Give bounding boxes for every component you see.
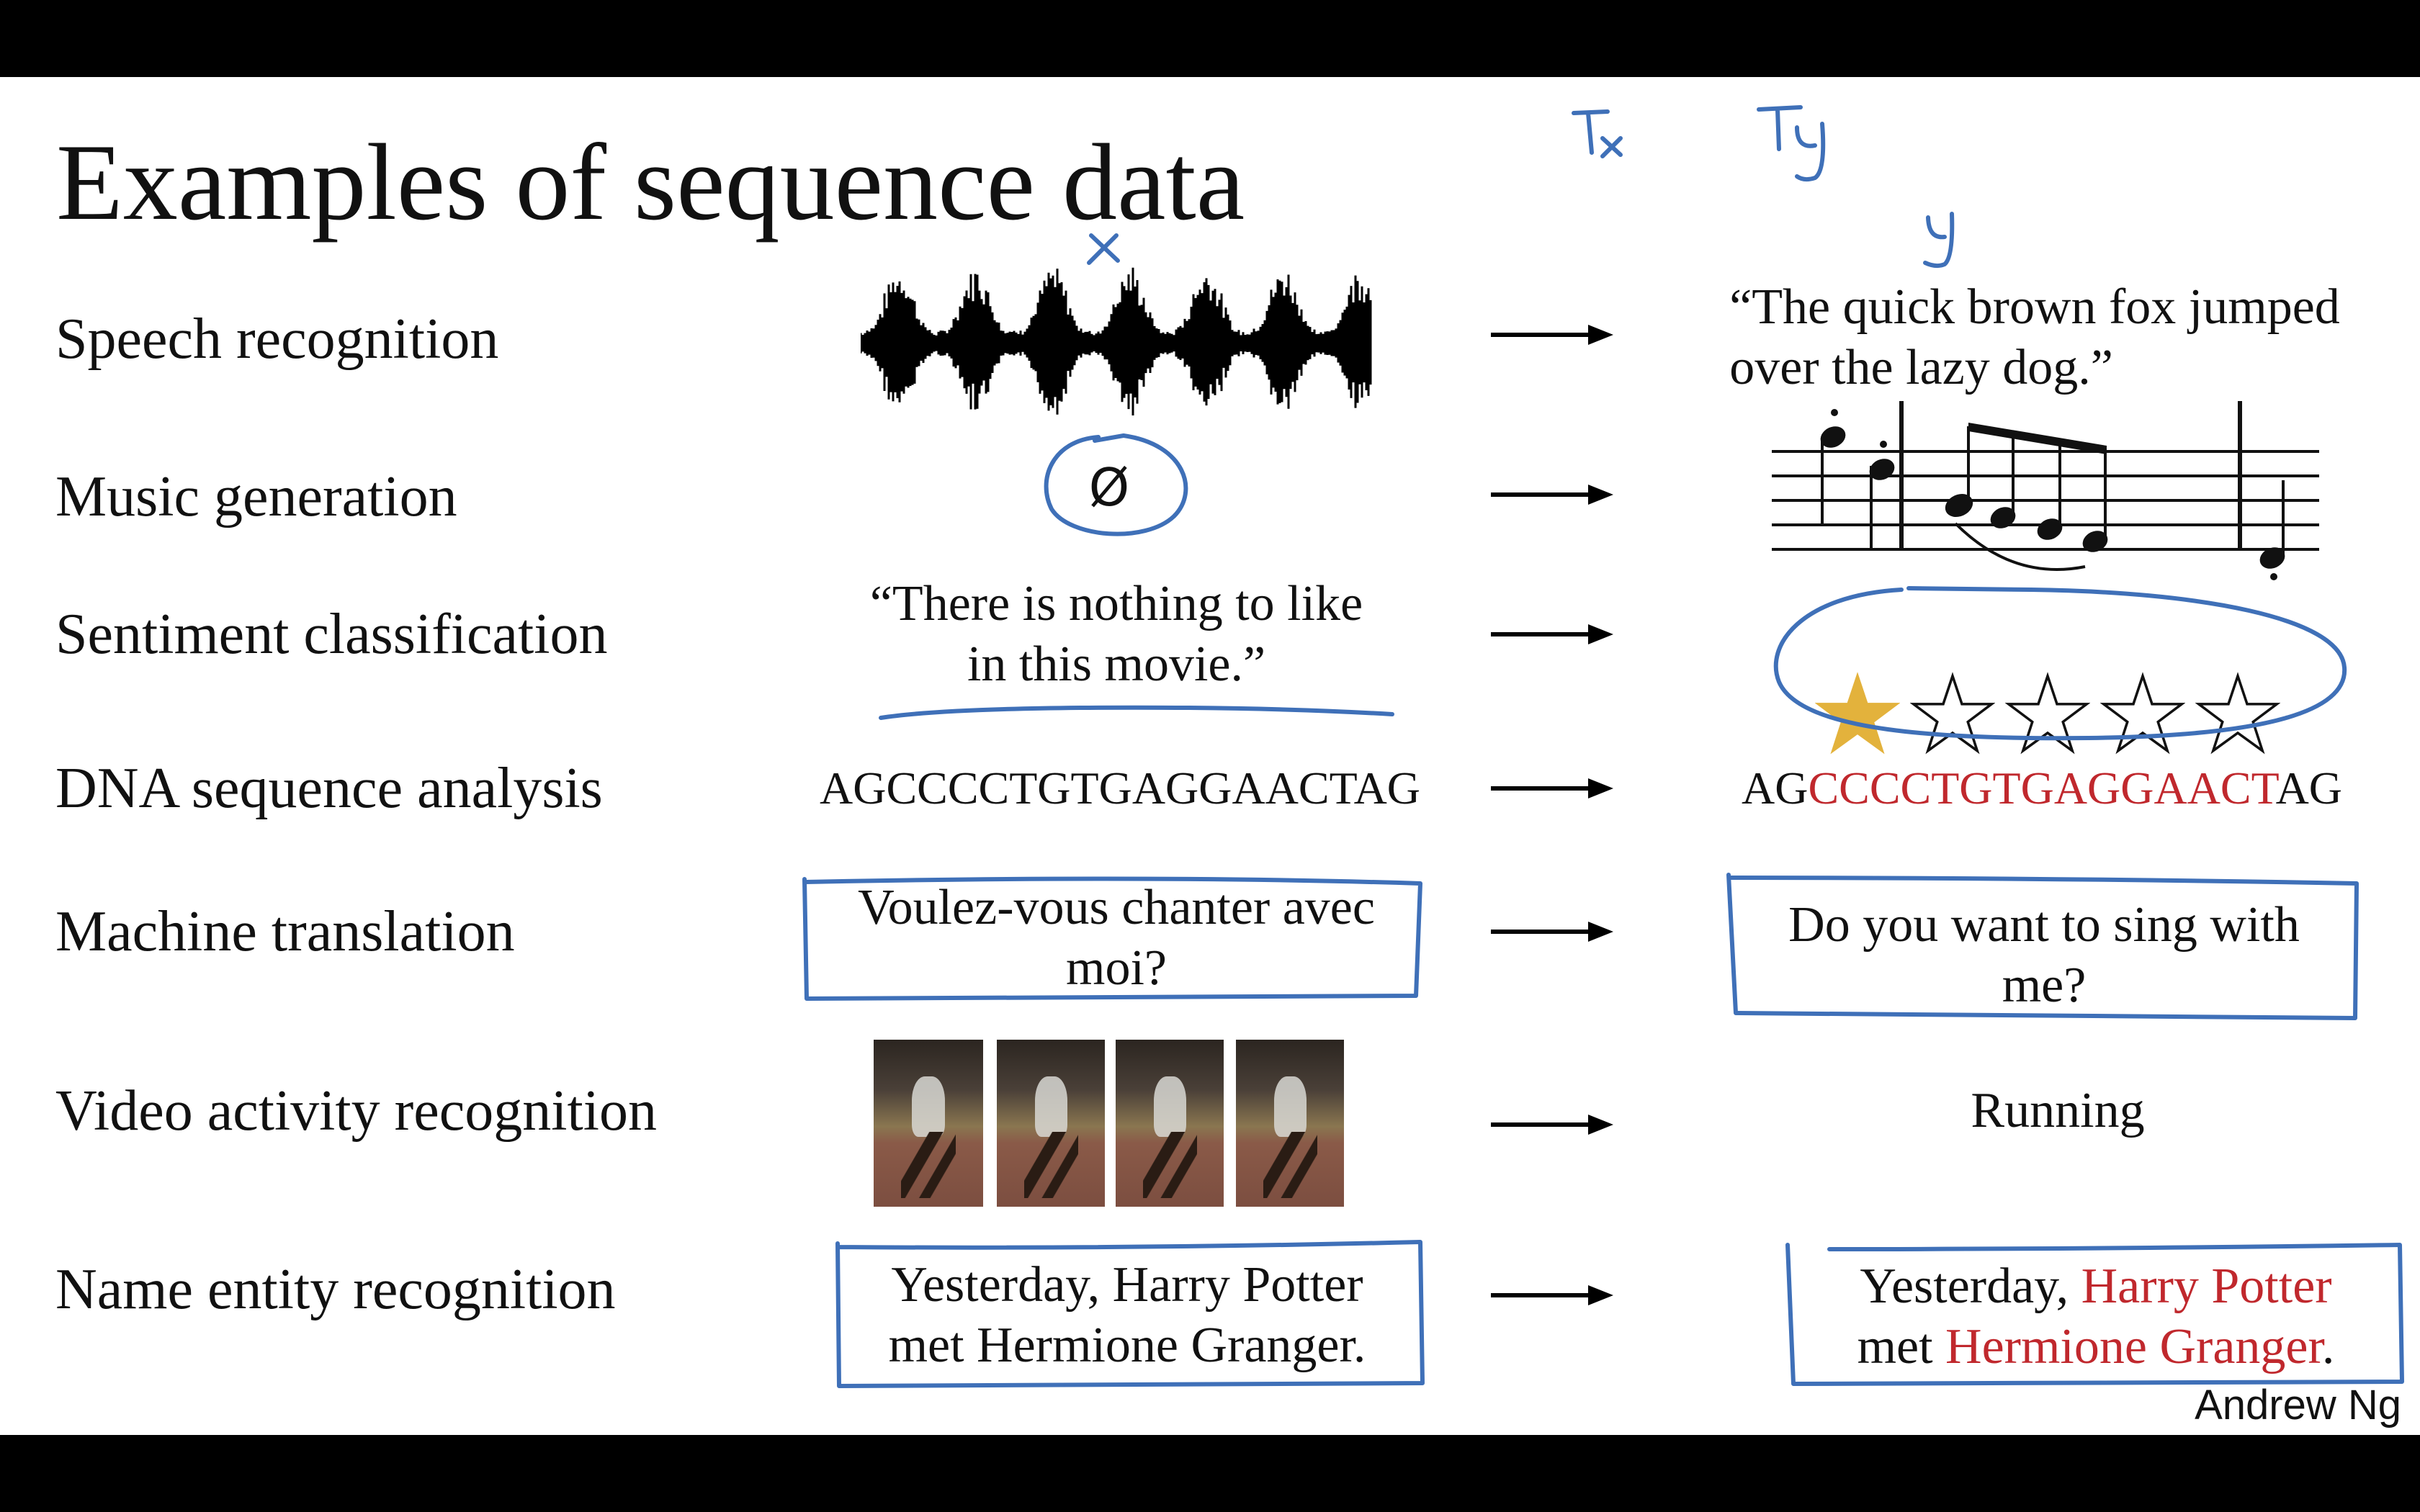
dna-output-prefix: AG xyxy=(1742,762,1809,814)
ner-output-e: . xyxy=(2321,1319,2335,1374)
translation-output-line2: me? xyxy=(2002,958,2087,1013)
arrow-icon xyxy=(1491,485,1613,505)
arrow-icon xyxy=(1491,325,1613,345)
dna-output-suffix: AG xyxy=(2275,762,2342,814)
star-empty-icon xyxy=(1910,672,1995,755)
video-frame-2 xyxy=(997,1040,1105,1207)
ner-input: Yesterday, Harry Potter met Hermione Gra… xyxy=(889,1255,1366,1376)
slide: Examples of sequence data Speech recogni… xyxy=(0,77,2420,1435)
translation-output: Do you want to sing with me? xyxy=(1788,895,2300,1016)
star-empty-icon xyxy=(2195,672,2280,755)
arrow-icon xyxy=(1491,624,1613,644)
y-annotation xyxy=(1923,212,1955,269)
sentiment-underline xyxy=(879,705,1394,720)
translation-output-line1: Do you want to sing with xyxy=(1788,897,2300,953)
arrow-icon xyxy=(1491,1115,1613,1135)
ner-entity-harry-potter: Harry Potter xyxy=(2081,1259,2332,1314)
music-notation xyxy=(1772,401,2319,580)
ner-output-a: Yesterday, xyxy=(1860,1259,2081,1314)
ner-entity-hermione-granger: Hermione Granger xyxy=(1945,1319,2322,1374)
ner-output: Yesterday, Harry Potter met Hermione Gra… xyxy=(1857,1256,2335,1377)
speech-output-line2: over the lazy dog.” xyxy=(1729,340,2113,395)
watermark-andrew-ng: Andrew Ng xyxy=(2195,1382,2401,1428)
tx-annotation xyxy=(1572,109,1623,158)
sentiment-input-line2: in this movie.” xyxy=(967,636,1266,692)
label-music-generation: Music generation xyxy=(55,465,457,528)
dna-output: AGCCCCTGTGAGGAACTAG xyxy=(1742,758,2342,819)
ner-input-line2: met Hermione Granger. xyxy=(888,1318,1366,1373)
null-symbol: Ø xyxy=(1088,457,1130,518)
dna-input: AGCCCCTGTGAGGAACTAG xyxy=(820,762,1420,814)
star-filled-icon xyxy=(1815,672,1900,755)
sentiment-input: “There is nothing to like in this movie.… xyxy=(870,574,1363,695)
slide-title: Examples of sequence data xyxy=(56,122,1245,243)
audio-waveform xyxy=(861,267,1372,415)
arrow-icon xyxy=(1491,1285,1613,1305)
ty-annotation xyxy=(1757,105,1826,182)
video-frame-4 xyxy=(1236,1040,1344,1207)
label-sentiment-classification: Sentiment classification xyxy=(55,603,608,666)
label-video-activity-recognition: Video activity recognition xyxy=(55,1079,657,1143)
video-output: Running xyxy=(1971,1083,2145,1138)
video-frame-1 xyxy=(874,1040,983,1207)
translation-input: Voulez-vous chanter avec moi? xyxy=(858,878,1375,999)
dna-output-highlight: CCCCTGTGAGGAACT xyxy=(1808,762,2276,814)
translation-input-line1: Voulez-vous chanter avec xyxy=(858,880,1375,935)
star-empty-icon xyxy=(2100,672,2185,755)
arrow-icon xyxy=(1491,778,1613,798)
translation-input-line2: moi? xyxy=(1066,940,1167,996)
ner-input-line1: Yesterday, Harry Potter xyxy=(891,1257,1363,1313)
label-speech-recognition: Speech recognition xyxy=(55,307,499,371)
star-empty-icon xyxy=(2005,672,2090,755)
video-frame-3 xyxy=(1116,1040,1224,1207)
label-name-entity-recognition: Name entity recognition xyxy=(55,1258,616,1321)
ner-output-c: met xyxy=(1857,1319,1946,1374)
speech-output: “The quick brown fox jumped over the laz… xyxy=(1729,277,2340,398)
speech-output-line1: “The quick brown fox jumped xyxy=(1729,279,2340,335)
arrow-icon xyxy=(1491,922,1613,942)
label-dna-sequence-analysis: DNA sequence analysis xyxy=(55,757,603,820)
sentiment-input-line1: “There is nothing to like xyxy=(869,576,1363,631)
label-machine-translation: Machine translation xyxy=(55,900,515,963)
star-rating xyxy=(1815,672,2280,757)
